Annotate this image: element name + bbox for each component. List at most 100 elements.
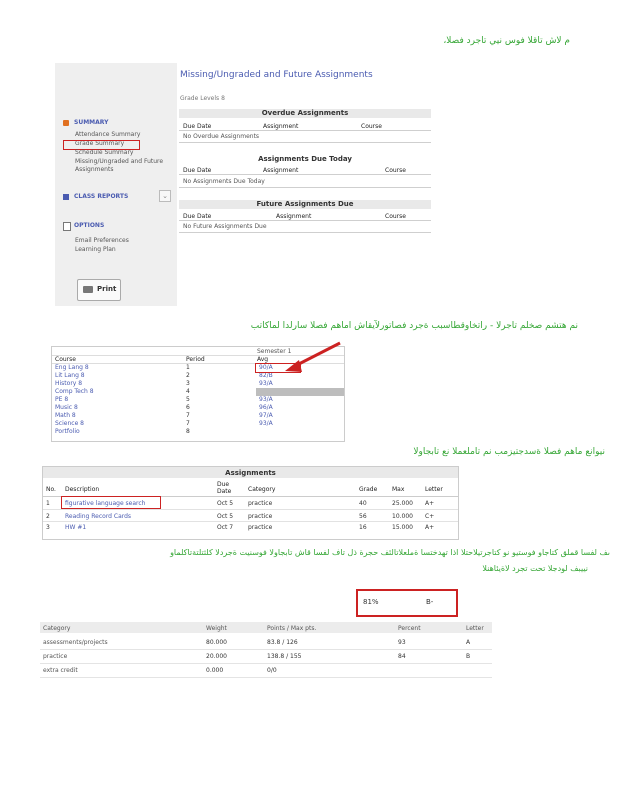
arrow-icon <box>285 341 341 372</box>
period: 1 <box>186 364 190 371</box>
sidebar-item-attendance-summary[interactable]: Attendance Summary <box>75 131 140 139</box>
summary-label: SUMMARY <box>74 119 109 126</box>
course-name[interactable]: Lit Lang 8 <box>55 372 85 379</box>
due-today-empty: No Assignments Due Today <box>183 178 265 185</box>
course-name[interactable]: Eng Lang 8 <box>55 364 89 371</box>
row-no: 2 <box>46 513 50 520</box>
printer-icon <box>83 286 93 293</box>
course-name[interactable]: PE 8 <box>55 396 68 403</box>
grade-levels: Grade Levels 8 <box>180 95 225 102</box>
class-reports-icon <box>63 194 69 200</box>
page-title: Missing/Ungraded and Future Assignments <box>180 70 373 80</box>
category-points: 138.8 / 155 <box>267 653 302 660</box>
col-due-date: Due Date <box>183 167 212 174</box>
col-due-date: Due Date <box>183 213 212 220</box>
col-due-date: Due Date <box>183 123 212 130</box>
row-max: 25.000 <box>392 500 413 507</box>
avg[interactable]: 97/A <box>259 412 273 419</box>
course-name[interactable]: Comp Tech 8 <box>55 388 94 395</box>
row-max: 15.000 <box>392 524 413 531</box>
col-avg: Avg <box>257 356 269 363</box>
period: 5 <box>186 396 190 403</box>
final-grade-box: 81% B- <box>356 589 458 617</box>
options-icon <box>63 222 71 231</box>
category-weight: 0.000 <box>206 667 224 674</box>
category-name: assessments/projects <box>43 639 108 646</box>
row-due-date: Oct 5 <box>217 500 234 507</box>
print-label: Print <box>97 285 117 293</box>
col-description: Description <box>65 486 100 493</box>
chevron-down-icon[interactable]: ⌄ <box>159 190 171 202</box>
col-max: Max <box>392 486 405 493</box>
sidebar-item-missing-2[interactable]: Assignments <box>75 166 113 174</box>
col-letter: Letter <box>466 625 484 632</box>
period: 8 <box>186 428 190 435</box>
col-course: Course <box>385 167 406 174</box>
col-period: Period <box>186 356 205 363</box>
caption-1: م لاش تاقلا فوس نيي تاجرد فصلا، <box>443 36 570 46</box>
print-button[interactable]: Print <box>77 279 121 301</box>
category-name: extra credit <box>43 667 78 674</box>
col-weight: Weight <box>206 625 227 632</box>
future-title: Future Assignments Due <box>256 200 354 208</box>
category-letter: A <box>466 639 471 646</box>
col-assignment: Assignment <box>276 213 312 220</box>
col-letter: Letter <box>425 486 443 493</box>
col-assignment: Assignment <box>263 123 299 130</box>
portal-screenshot: SUMMARY Attendance Summary Grade Summary… <box>55 63 431 306</box>
col-category: Category <box>43 625 71 632</box>
course-name[interactable]: Portfolio <box>55 428 80 435</box>
period: 7 <box>186 420 190 427</box>
row-max: 10.000 <box>392 513 413 520</box>
col-course: Course <box>361 123 382 130</box>
period: 2 <box>186 372 190 379</box>
col-due-date: Due Date <box>217 481 232 495</box>
avg[interactable]: 93/A <box>259 380 273 387</box>
row-description[interactable]: Reading Record Cards <box>65 513 131 520</box>
avg[interactable]: 93/A <box>259 396 273 403</box>
class-reports-label[interactable]: CLASS REPORTS <box>74 193 128 201</box>
sidebar-item-missing[interactable]: Missing/Ungraded and Future <box>75 158 163 166</box>
row-due-date: Oct 5 <box>217 513 234 520</box>
col-percent: Percent <box>398 625 421 632</box>
caption-4a: ىف لفسا قملق كتاجاو فوستيو نو كتاجرتيلاح… <box>170 548 610 557</box>
course-name[interactable]: Math 8 <box>55 412 76 419</box>
category-points: 0/0 <box>267 667 277 674</box>
sidebar-item-learning-plan[interactable]: Learning Plan <box>75 246 116 254</box>
row-grade: 56 <box>359 513 367 520</box>
col-assignment: Assignment <box>263 167 299 174</box>
category-name: practice <box>43 653 68 660</box>
sidebar-item-email-preferences[interactable]: Email Preferences <box>75 237 129 245</box>
col-category: Category <box>248 486 276 493</box>
course-name[interactable]: History 8 <box>55 380 82 387</box>
course-name[interactable]: Science 8 <box>55 420 84 427</box>
row-due-date: Oct 7 <box>217 524 234 531</box>
future-empty: No Future Assignments Due <box>183 223 267 230</box>
avg[interactable]: 82/B <box>259 372 273 379</box>
overdue-empty: No Overdue Assignments <box>183 133 260 140</box>
course-name[interactable]: Music 8 <box>55 404 78 411</box>
category-percent: 93 <box>398 639 406 646</box>
final-letter: B- <box>426 598 434 606</box>
col-grade: Grade <box>359 486 378 493</box>
col-course: Course <box>385 213 406 220</box>
period: 7 <box>186 412 190 419</box>
row-letter: A+ <box>425 524 435 531</box>
row-category: practice <box>248 524 273 531</box>
row-description[interactable]: HW #1 <box>65 524 86 531</box>
caption-4b: نييبف لودجلا تحت تجرد لاةيئاهنلا <box>482 564 588 573</box>
avg[interactable]: 96/A <box>259 404 273 411</box>
row-letter: A+ <box>425 500 435 507</box>
sidebar-item-schedule-summary[interactable]: Schedule Summary <box>75 149 133 157</box>
col-points: Points / Max pts. <box>267 625 317 632</box>
row-category: practice <box>248 513 273 520</box>
period: 4 <box>186 388 190 395</box>
due-today-title: Assignments Due Today <box>258 155 352 163</box>
avg[interactable]: 93/A <box>259 420 273 427</box>
col-no: No. <box>46 486 56 493</box>
row-category: practice <box>248 500 273 507</box>
final-percent: 81% <box>363 598 379 606</box>
col-course: Course <box>55 356 76 363</box>
caption-3: نيوانع ماهم فصلا ةسدجتيزمب نم تاملعملا ن… <box>413 447 605 457</box>
row-no: 1 <box>46 500 50 507</box>
